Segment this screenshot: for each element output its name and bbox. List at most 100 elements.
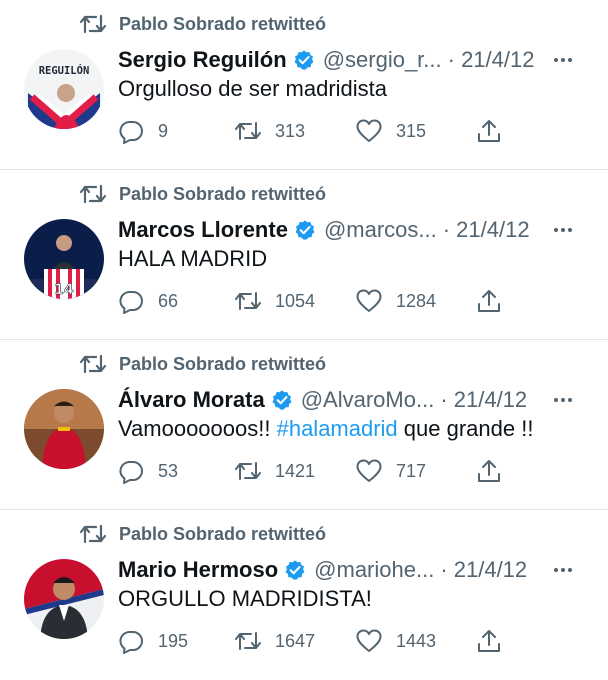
tweet-text-tail: que grande !! [397,416,534,441]
hashtag-link[interactable]: #halamadrid [277,416,398,441]
verified-badge-icon [295,220,315,240]
avatar[interactable]: 14 [24,219,104,299]
retweet-button[interactable]: 1647 [235,626,315,656]
tweet-header: Marcos Llorente @marcos... · 21/4/12 [118,215,590,245]
retweet-context[interactable]: Pablo Sobrado retwitteó [80,352,326,376]
more-icon[interactable] [551,555,572,585]
avatar[interactable] [24,389,104,469]
retweeted-by-label: Pablo Sobrado retwitteó [119,13,327,34]
retweet-count: 313 [275,120,306,141]
share-icon [478,630,500,652]
more-icon[interactable] [551,385,572,415]
tweet-text: ORGULLO MADRIDISTA! [118,586,372,612]
reply-count: 195 [158,630,189,651]
retweet-context[interactable]: Pablo Sobrado retwitteó [80,522,326,546]
tweet-text-content: Vamooooooos!! [118,416,277,441]
author-handle[interactable]: @mariohe... [314,557,434,583]
share-icon [478,290,500,312]
reply-icon [119,121,143,144]
retweeted-by-label: Pablo Sobrado retwitteó [119,523,327,544]
tweet-feed: Pablo Sobrado retwitteó REGUILÓN Sergio … [0,0,608,680]
tweet-text: Vamooooooos!! #halamadrid que grande !! [118,416,533,442]
tweet[interactable]: Pablo Sobrado retwitteó 14 Marcos Lloren… [0,170,608,340]
reply-count: 66 [158,290,179,311]
share-button[interactable] [476,286,516,316]
verified-badge-icon [294,50,314,70]
like-count: 1284 [396,290,437,311]
verified-badge-icon [285,560,305,580]
like-icon [356,119,382,142]
like-icon [356,629,382,652]
reply-button[interactable]: 53 [118,456,178,486]
like-button[interactable]: 717 [356,456,426,486]
reply-count: 53 [158,460,179,481]
reply-icon [119,461,143,484]
retweet-icon [80,354,106,374]
share-button[interactable] [476,626,516,656]
like-count: 717 [396,460,427,481]
avatar-text: REGUILÓN [39,64,90,77]
reply-button[interactable]: 195 [118,626,188,656]
like-button[interactable]: 315 [356,116,426,146]
retweet-context[interactable]: Pablo Sobrado retwitteó [80,12,326,36]
reply-icon [119,631,143,654]
retweet-icon [235,122,261,140]
tweet-text: Orgulloso de ser madridista [118,76,387,102]
author-name[interactable]: Álvaro Morata [118,387,265,413]
tweet-header: Sergio Reguilón @sergio_r... · 21/4/12 [118,45,590,75]
retweet-icon [235,292,261,310]
retweet-count: 1421 [275,460,316,481]
tweet[interactable]: Pablo Sobrado retwitteó Álvaro Morata @A… [0,340,608,510]
retweet-count: 1647 [275,630,316,651]
tweet-text-content: Orgulloso de ser madridista [118,76,388,101]
tweet-header: Álvaro Morata @AlvaroMo... · 21/4/12 [118,385,590,415]
reply-button[interactable]: 66 [118,286,178,316]
tweet-actions: 195 1647 1443 [118,626,518,656]
retweet-button[interactable]: 1421 [235,456,315,486]
share-icon [478,460,500,482]
share-button[interactable] [476,116,516,146]
author-name[interactable]: Sergio Reguilón [118,47,287,73]
tweet[interactable]: Pablo Sobrado retwitteó REGUILÓN Sergio … [0,0,608,170]
like-icon [356,459,382,482]
author-handle[interactable]: @AlvaroMo... [301,387,435,413]
like-count: 1443 [396,630,437,651]
author-handle[interactable]: @marcos... [324,217,437,243]
avatar[interactable]: REGUILÓN [24,49,104,129]
reply-icon [119,291,143,314]
tweet-date[interactable]: · 21/4/12 [440,387,527,413]
tweet-date[interactable]: · 21/4/12 [443,217,530,243]
share-icon [478,120,500,142]
more-icon[interactable] [551,215,572,245]
retweet-button[interactable]: 1054 [235,286,315,316]
tweet-actions: 53 1421 717 [118,456,518,486]
avatar[interactable] [24,559,104,639]
like-count: 315 [396,120,427,141]
retweeted-by-label: Pablo Sobrado retwitteó [119,353,327,374]
verified-badge-icon [272,390,292,410]
reply-button[interactable]: 9 [118,116,168,146]
retweet-context[interactable]: Pablo Sobrado retwitteó [80,182,326,206]
reply-count: 9 [158,120,169,141]
tweet[interactable]: Pablo Sobrado retwitteó Mario Hermoso @m… [0,510,608,680]
retweeted-by-label: Pablo Sobrado retwitteó [119,183,327,204]
more-icon[interactable] [551,45,572,75]
like-button[interactable]: 1284 [356,286,436,316]
tweet-text-content: ORGULLO MADRIDISTA! [118,586,372,611]
tweet-date[interactable]: · 21/4/12 [448,47,535,73]
retweet-icon [235,462,261,480]
retweet-count: 1054 [275,290,316,311]
retweet-icon [80,184,106,204]
share-button[interactable] [476,456,516,486]
tweet-actions: 66 1054 1284 [118,286,518,316]
author-name[interactable]: Mario Hermoso [118,557,278,583]
tweet-date[interactable]: · 21/4/12 [440,557,527,583]
tweet-actions: 9 313 315 [118,116,518,146]
tweet-header: Mario Hermoso @mariohe... · 21/4/12 [118,555,590,585]
like-button[interactable]: 1443 [356,626,436,656]
retweet-button[interactable]: 313 [235,116,305,146]
author-name[interactable]: Marcos Llorente [118,217,288,243]
author-handle[interactable]: @sergio_r... [323,47,442,73]
retweet-icon [80,524,106,544]
like-icon [356,289,382,312]
